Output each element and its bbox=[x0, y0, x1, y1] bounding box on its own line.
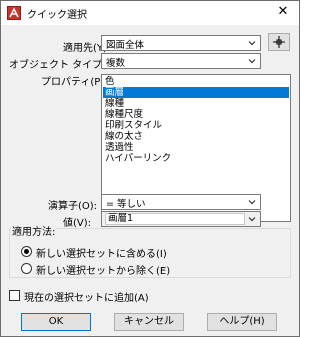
apply-method-title: 適用方法: bbox=[11, 223, 57, 238]
close-icon[interactable]: ✕ bbox=[267, 1, 299, 25]
exclude-label[interactable]: 新しい選択セットから除く(E) bbox=[36, 262, 170, 277]
property-item-transparency[interactable]: 透過性 bbox=[103, 142, 289, 153]
include-radio[interactable] bbox=[21, 246, 32, 257]
property-item-layer[interactable]: 画層 bbox=[103, 87, 289, 98]
property-item-color[interactable]: 色 bbox=[103, 76, 289, 87]
quick-select-dialog: クイック選択 ✕ 適用先(Y): 図面全体 オブジェクト タイプ(B): 複数 … bbox=[0, 0, 300, 337]
cancel-button[interactable]: キャンセル bbox=[114, 313, 184, 331]
chevron-down-icon bbox=[248, 41, 256, 46]
help-button[interactable]: ヘルプ(H) bbox=[207, 313, 277, 331]
append-label[interactable]: 現在の選択セットに追加(A) bbox=[24, 289, 149, 304]
object-type-dropdown[interactable]: 複数 bbox=[101, 53, 261, 69]
radio-selected-dot bbox=[24, 249, 29, 254]
apply-to-dropdown[interactable]: 図面全体 bbox=[101, 35, 261, 51]
value-label: 値(V): bbox=[63, 218, 92, 229]
object-type-value: 複数 bbox=[106, 58, 126, 69]
properties-label: プロパティ(P): bbox=[41, 77, 108, 88]
value-value: 画層1 bbox=[105, 213, 245, 225]
property-item-linetype-scale[interactable]: 線種尺度 bbox=[103, 109, 289, 120]
property-item-linetype[interactable]: 線種 bbox=[103, 98, 289, 109]
select-objects-button[interactable] bbox=[268, 33, 290, 51]
property-item-lineweight[interactable]: 線の太さ bbox=[103, 131, 289, 142]
exclude-radio[interactable] bbox=[21, 263, 32, 274]
value-dropdown[interactable]: 画層1 bbox=[101, 211, 261, 227]
property-item-hyperlink[interactable]: ハイパーリンク bbox=[103, 153, 289, 164]
operator-dropdown[interactable]: = 等しい bbox=[101, 194, 261, 210]
operator-label: 演算子(O): bbox=[48, 201, 98, 212]
chevron-down-icon bbox=[248, 217, 256, 222]
title-bar: クイック選択 ✕ bbox=[1, 1, 299, 25]
chevron-down-icon bbox=[248, 200, 256, 205]
select-objects-crosshair-icon bbox=[273, 36, 285, 48]
ok-button[interactable]: OK bbox=[21, 313, 91, 331]
window-title: クイック選択 bbox=[27, 10, 87, 21]
operator-value: = 等しい bbox=[106, 199, 146, 210]
chevron-down-icon bbox=[248, 59, 256, 64]
property-item-plot-style[interactable]: 印刷スタイル bbox=[103, 120, 289, 131]
include-label[interactable]: 新しい選択セットに含める(I) bbox=[36, 245, 167, 260]
app-icon bbox=[7, 6, 21, 20]
append-checkbox[interactable] bbox=[9, 290, 20, 301]
apply-to-value: 図面全体 bbox=[106, 40, 145, 51]
